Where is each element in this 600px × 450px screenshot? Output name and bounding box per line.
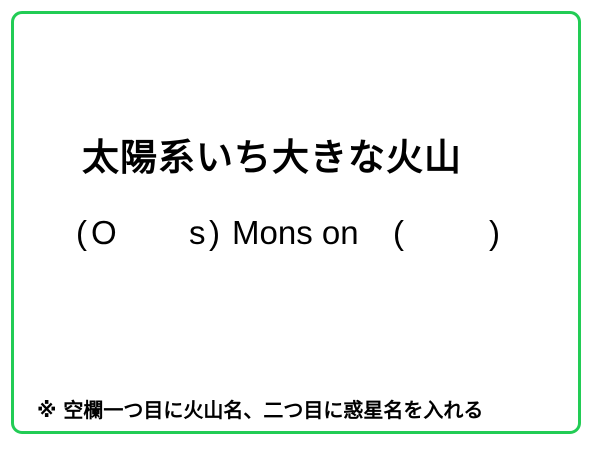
close-paren-planet: ) (489, 214, 500, 251)
open-paren-volcano: ( (76, 214, 87, 251)
instruction-note: ※ 空欄一つ目に火山名、二つ目に惑星名を入れる (37, 398, 484, 422)
volcano-name-first-letter: O (91, 214, 117, 251)
quiz-title: 太陽系いち大きな火山 (82, 136, 462, 179)
middle-text: Mons on (232, 214, 359, 251)
open-paren-planet: ( (393, 214, 404, 251)
volcano-name-last-letter: s (189, 214, 206, 251)
close-paren-volcano: ) (209, 214, 220, 251)
